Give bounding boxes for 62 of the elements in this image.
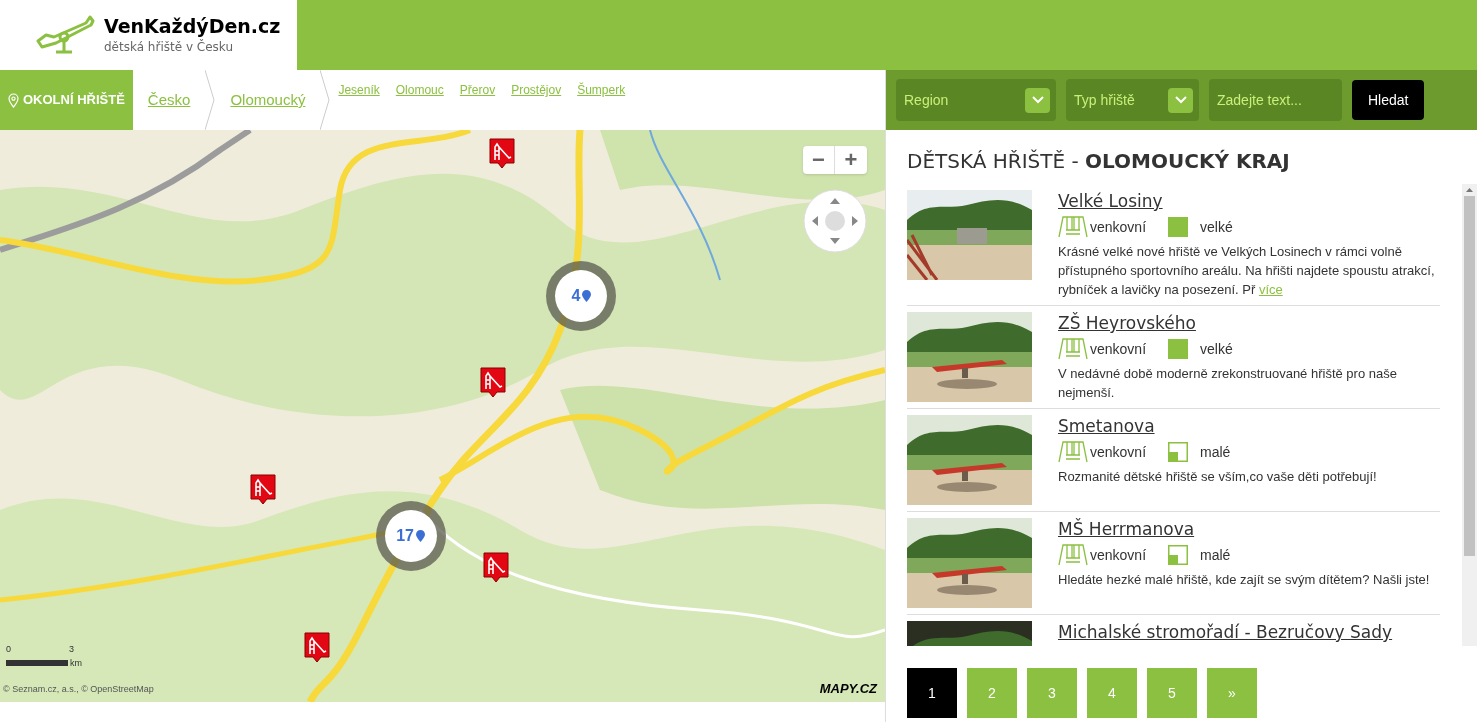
- page-button[interactable]: 5: [1147, 668, 1197, 718]
- location-icon: [8, 92, 19, 108]
- pan-control[interactable]: [803, 189, 867, 253]
- page-button[interactable]: 3: [1027, 668, 1077, 718]
- page-button[interactable]: 1: [907, 668, 957, 718]
- site-tagline: dětská hřiště v Česku: [104, 38, 234, 56]
- filter-dropdown[interactable]: Typ hřiště: [1066, 79, 1199, 121]
- breadcrumb-link[interactable]: Olomoucký: [215, 88, 321, 112]
- playground-title[interactable]: Smetanova: [1058, 415, 1377, 437]
- playground-title[interactable]: MŠ Herrmanova: [1058, 518, 1430, 540]
- map-brand[interactable]: MAPY.CZ: [819, 678, 877, 698]
- setting-label: venkovní: [1090, 339, 1147, 359]
- size-label: velké: [1200, 217, 1233, 237]
- playground-description: Hledáte hezké malé hřiště, kde zajít se svým dítětem? Našli jste!: [1058, 571, 1430, 589]
- chevron-down-icon: [1031, 96, 1044, 104]
- pin-icon: [582, 289, 592, 302]
- seesaw-icon: [34, 15, 96, 55]
- setting-label: venkovní: [1090, 442, 1147, 462]
- playground-description: Krásné velké nové hřiště ve Velkých Losinech v rámci volně přístupného sportovního areálu. Na hřišti najdete spoustu atrakcí, rybníček a lavičky na posezení. Př více: [1058, 243, 1436, 299]
- district-link[interactable]: Přerov: [459, 81, 496, 99]
- playground-title[interactable]: ZŠ Heyrovského: [1058, 312, 1440, 334]
- size-label: malé: [1200, 442, 1231, 462]
- page-button[interactable]: 4: [1087, 668, 1137, 718]
- pin-icon: [416, 530, 425, 543]
- scale-label: 3: [69, 643, 74, 656]
- size-label: velké: [1200, 339, 1233, 359]
- filter-dropdown[interactable]: Region: [896, 79, 1056, 121]
- scale-label: 0: [6, 643, 11, 656]
- list-heading: DĚTSKÁ HŘIŠTĚ - OLOMOUCKÝ KRAJ: [906, 148, 1291, 175]
- playground-title[interactable]: Velké Losiny: [1058, 190, 1440, 212]
- breadcrumb-separator: [320, 70, 331, 130]
- search-button[interactable]: Hledat: [1352, 80, 1425, 120]
- map[interactable]: 4 17 − + 0 3 km © Seznam.cz, a.s., © OpenStreetMap MAPY.CZ: [0, 130, 885, 702]
- district-link[interactable]: Šumperk: [577, 81, 626, 99]
- playground-description: Rozmanité dětské hřiště se vším,co vaše děti potřebují!: [1058, 468, 1377, 486]
- swing-icon: [1058, 544, 1088, 566]
- playground-title[interactable]: Michalské stromořadí - Bezručovy Sady: [1058, 621, 1393, 643]
- search-field[interactable]: Zadejte text...: [1209, 79, 1342, 121]
- swing-icon: [1058, 441, 1088, 463]
- page-button[interactable]: 2: [967, 668, 1017, 718]
- scale-unit: km: [70, 656, 82, 670]
- zoom-out-button[interactable]: −: [803, 146, 835, 174]
- site-title: VenKaždýDen.cz: [104, 14, 281, 38]
- swing-icon: [1058, 338, 1088, 360]
- district-link[interactable]: Olomouc: [395, 81, 444, 99]
- nearby-button[interactable]: OKOLNÍ HŘIŠTĚ: [0, 70, 133, 130]
- swing-icon: [1058, 216, 1088, 238]
- scrollbar[interactable]: [1462, 184, 1477, 646]
- size-label: malé: [1200, 545, 1231, 565]
- page-button[interactable]: »: [1207, 668, 1257, 718]
- district-link[interactable]: Prostějov: [511, 81, 562, 99]
- map-attribution: © Seznam.cz, a.s., © OpenStreetMap: [3, 682, 154, 696]
- chevron-down-icon: [1174, 96, 1187, 104]
- breadcrumb-separator: [205, 70, 216, 130]
- breadcrumb-link[interactable]: Česko: [132, 88, 206, 112]
- more-link[interactable]: více: [1258, 282, 1283, 297]
- zoom-in-button[interactable]: +: [835, 146, 867, 174]
- setting-label: venkovní: [1090, 217, 1147, 237]
- district-link[interactable]: Jeseník: [338, 81, 380, 99]
- scale-bar: [6, 660, 68, 667]
- setting-label: venkovní: [1090, 545, 1147, 565]
- playground-description: V nedávné době moderně zrekonstruované hřiště pro naše nejmenší.: [1058, 365, 1398, 402]
